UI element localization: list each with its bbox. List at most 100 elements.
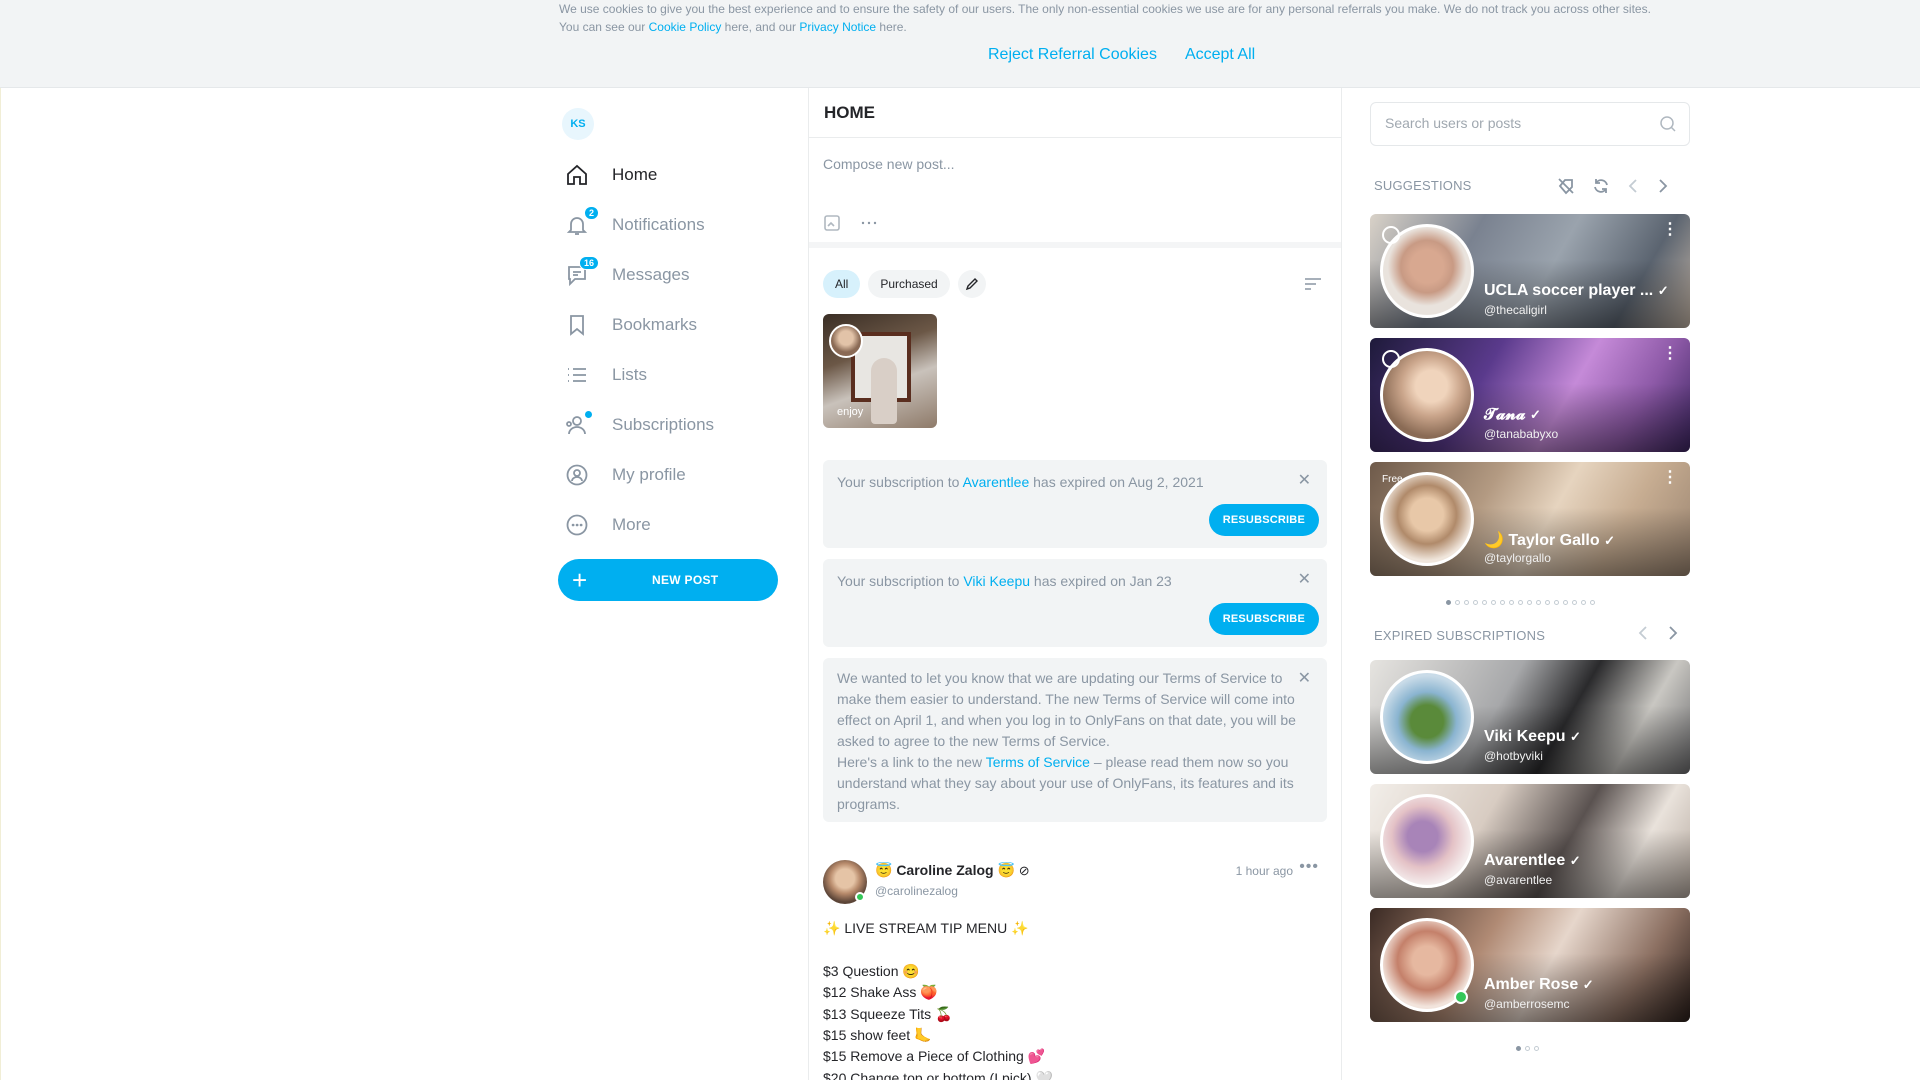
pencil-icon <box>965 278 978 291</box>
nav-item-home[interactable]: Home <box>558 150 778 200</box>
reject-referral-cookies-button[interactable]: Reject Referral Cookies <box>988 46 1157 64</box>
post-options-icon[interactable]: ••• <box>1299 858 1319 876</box>
page-dot[interactable] <box>1509 600 1514 605</box>
card-handle: @taylorgallo <box>1484 551 1551 565</box>
verified-icon: ✓ <box>1530 407 1541 422</box>
nav-item-my-profile[interactable]: My profile <box>558 450 778 500</box>
nav-item-messages[interactable]: 16 Messages <box>558 250 778 300</box>
card-name: UCLA soccer player ... ✓ <box>1484 282 1669 299</box>
nav-item-label: Subscriptions <box>612 415 715 434</box>
resubscribe-button[interactable]: RESUBSCRIBE <box>1208 603 1319 635</box>
post-author-name[interactable]: 😇 Caroline Zalog 😇 ⊘ <box>875 862 1030 879</box>
free-tag: Free <box>1382 474 1403 485</box>
suggestion-card[interactable]: ⋮ UCLA soccer player ... ✓ @thecaligirl <box>1370 214 1690 328</box>
page-dot[interactable] <box>1516 1046 1521 1051</box>
nav-item-label: More <box>612 515 651 534</box>
page-dot[interactable] <box>1554 600 1559 605</box>
free-filter-icon[interactable] <box>1556 176 1576 196</box>
page-dot[interactable] <box>1572 600 1577 605</box>
chevron-right-icon[interactable] <box>1656 177 1670 195</box>
page-dot[interactable] <box>1527 600 1532 605</box>
card-menu-icon[interactable]: ⋮ <box>1662 222 1678 238</box>
search-box <box>1370 102 1690 146</box>
page-dot[interactable] <box>1536 600 1541 605</box>
expired-subscription-card[interactable]: Amber Rose ✓ @amberrosemc <box>1370 908 1690 1022</box>
page-dot[interactable] <box>1482 600 1487 605</box>
new-post-button[interactable]: + NEW POST <box>558 559 778 601</box>
cookie-line-2: You can see our Cookie Policy here, and … <box>559 20 907 34</box>
close-icon[interactable]: ✕ <box>1298 668 1311 689</box>
subscription-expired-notice: Your subscription to Viki Keepu has expi… <box>823 559 1327 647</box>
compose-box[interactable]: Compose new post... <box>809 138 1341 248</box>
page-dot[interactable] <box>1491 600 1496 605</box>
nav-item-label: Messages <box>612 265 690 284</box>
page-dot[interactable] <box>1473 600 1478 605</box>
cookie-policy-link[interactable]: Cookie Policy <box>649 20 722 34</box>
filter-purchased-chip[interactable]: Purchased <box>868 270 950 298</box>
nav-item-bookmarks[interactable]: Bookmarks <box>558 300 778 350</box>
chevron-left-icon[interactable] <box>1636 624 1650 642</box>
subscriptions-dot <box>585 411 592 418</box>
page-dot[interactable] <box>1518 600 1523 605</box>
card-handle: @thecaligirl <box>1484 303 1547 317</box>
card-menu-icon[interactable]: ⋮ <box>1662 470 1678 486</box>
sort-icon[interactable] <box>1303 276 1323 292</box>
page-dot[interactable] <box>1563 600 1568 605</box>
nav-item-label: Bookmarks <box>612 315 698 334</box>
compose-input[interactable]: Compose new post... <box>823 156 955 172</box>
page-dot[interactable] <box>1464 600 1469 605</box>
page-dot[interactable] <box>1455 600 1460 605</box>
privacy-notice-link[interactable]: Privacy Notice <box>799 20 876 34</box>
image-icon[interactable] <box>823 214 841 232</box>
suggestion-card[interactable]: ⋮ 𝓣𝓪𝓷𝓪 ✓ @tanababyxo <box>1370 338 1690 452</box>
card-name: Viki Keepu ✓ <box>1484 728 1581 745</box>
nav-item-more[interactable]: More <box>558 500 778 550</box>
online-indicator <box>1454 990 1468 1004</box>
ellipsis-icon[interactable] <box>859 214 879 232</box>
online-indicator <box>855 892 865 902</box>
verified-icon: ✓ <box>1657 283 1669 298</box>
chevron-right-icon[interactable] <box>1666 624 1680 642</box>
page-dot[interactable] <box>1534 1046 1539 1051</box>
creator-link[interactable]: Avarentlee <box>963 474 1030 490</box>
bookmark-icon <box>564 312 590 338</box>
user-avatar[interactable]: KS <box>562 108 594 140</box>
expired-subscription-card[interactable]: Viki Keepu ✓ @hotbyviki <box>1370 660 1690 774</box>
search-input[interactable] <box>1385 115 1645 131</box>
page-dot[interactable] <box>1500 600 1505 605</box>
page-dot[interactable] <box>1590 600 1595 605</box>
filter-all-chip[interactable]: All <box>823 270 861 298</box>
story-avatar <box>829 324 863 358</box>
expired-subscription-card[interactable]: Avarentlee ✓ @avarentlee <box>1370 784 1690 898</box>
list-icon <box>564 362 590 388</box>
card-menu-icon[interactable]: ⋮ <box>1662 346 1678 362</box>
card-handle: @avarentlee <box>1484 873 1553 887</box>
nav-item-subscriptions[interactable]: Subscriptions <box>558 400 778 450</box>
terms-update-notice: We wanted to let you know that we are up… <box>823 658 1327 822</box>
terms-of-service-link[interactable]: Terms of Service <box>986 754 1090 770</box>
nav-item-notifications[interactable]: 2 Notifications <box>558 200 778 250</box>
nav-item-lists[interactable]: Lists <box>558 350 778 400</box>
accept-all-button[interactable]: Accept All <box>1185 46 1255 64</box>
cookie-line-1: We use cookies to give you the best expe… <box>559 2 1651 16</box>
edit-filters-button[interactable] <box>957 270 986 298</box>
page-dot[interactable] <box>1525 1046 1530 1051</box>
resubscribe-button[interactable]: RESUBSCRIBE <box>1208 504 1319 536</box>
page-dot[interactable] <box>1545 600 1550 605</box>
chevron-left-icon[interactable] <box>1626 177 1640 195</box>
close-icon[interactable]: ✕ <box>1298 569 1311 590</box>
suggestion-card[interactable]: Free ⋮ 🌙 Taylor Gallo ✓ @taylorgallo <box>1370 462 1690 576</box>
plus-icon: + <box>572 565 588 595</box>
notifications-badge: 2 <box>583 206 599 220</box>
creator-link[interactable]: Viki Keepu <box>963 573 1030 589</box>
search-icon[interactable] <box>1659 115 1677 133</box>
story-thumbnail[interactable]: enjoy <box>823 314 937 428</box>
refresh-icon[interactable] <box>1592 177 1610 195</box>
story-label: enjoy <box>837 406 864 418</box>
page-dot[interactable] <box>1446 600 1451 605</box>
post-author-handle[interactable]: @carolinezalog <box>875 884 958 898</box>
cookie-banner: We use cookies to give you the best expe… <box>0 0 1920 88</box>
page-dot[interactable] <box>1581 600 1586 605</box>
close-icon[interactable]: ✕ <box>1298 470 1311 491</box>
nav-item-label: Lists <box>612 365 647 384</box>
